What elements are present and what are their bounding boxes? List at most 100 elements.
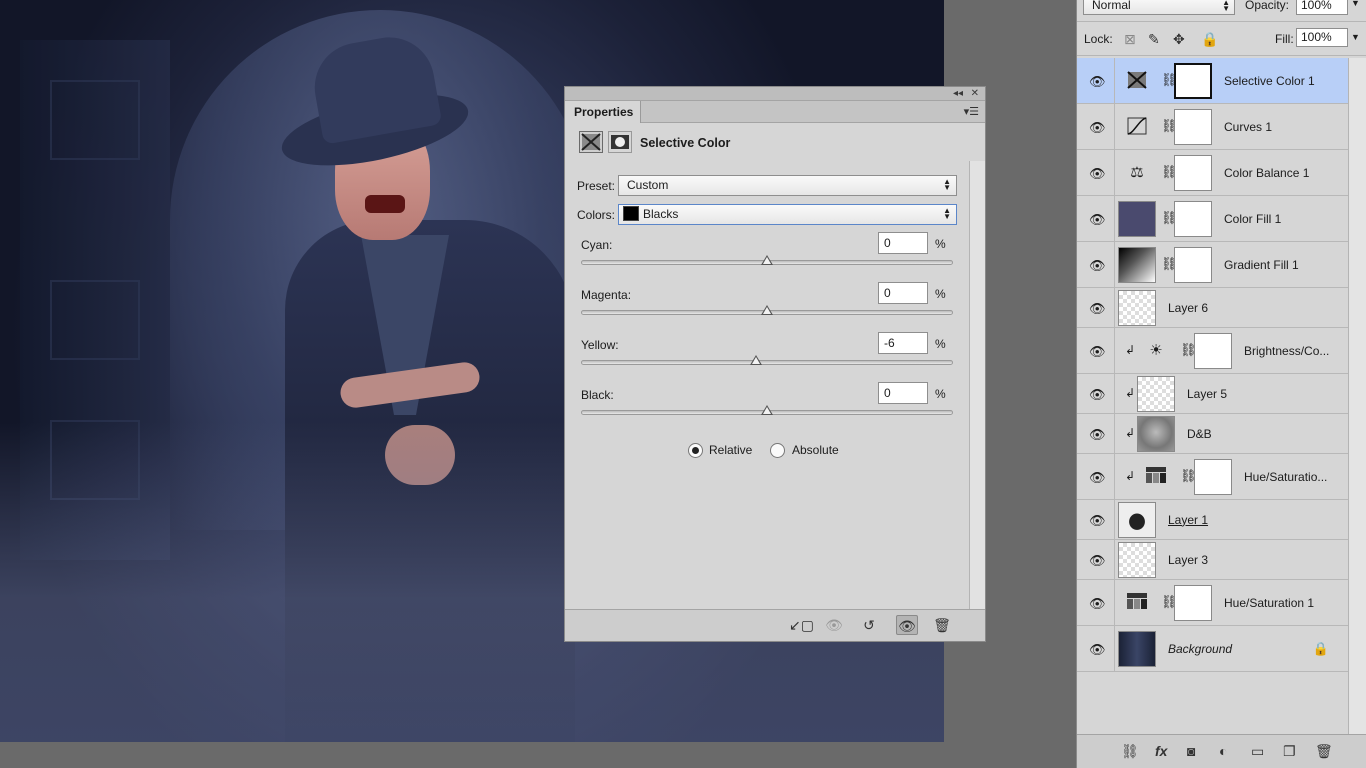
properties-titlebar[interactable]: ◂◂ ✕ <box>565 87 985 101</box>
layer-row-brightness-contrast[interactable]: 👁 ↲ ☀ ⛓ Brightness/Co... <box>1077 328 1349 374</box>
layer-row-background[interactable]: 👁 Background 🔒 <box>1077 626 1349 672</box>
visibility-toggle[interactable]: 👁 <box>1077 58 1115 103</box>
layer-name[interactable]: Layer 5 <box>1187 387 1227 401</box>
add-mask-icon[interactable]: ◙ <box>1187 743 1195 759</box>
fill-input[interactable]: 100% <box>1296 28 1348 47</box>
visibility-toggle[interactable]: 👁 <box>1077 104 1115 149</box>
magenta-slider-thumb[interactable] <box>761 305 773 315</box>
relative-label[interactable]: Relative <box>709 443 752 457</box>
lock-transparent-icon[interactable]: ⊠ <box>1124 31 1136 48</box>
opacity-input[interactable]: 100% <box>1296 0 1348 15</box>
layer-name[interactable]: Layer 3 <box>1168 553 1208 567</box>
layer-name[interactable]: D&B <box>1187 427 1212 441</box>
layer-row-layer-3[interactable]: 👁 Layer 3 <box>1077 540 1349 580</box>
layer-mask-thumbnail[interactable] <box>1174 584 1212 621</box>
relative-radio[interactable] <box>688 443 703 458</box>
layer-mask-thumbnail[interactable] <box>1174 200 1212 237</box>
fx-icon[interactable]: fx <box>1155 743 1167 759</box>
absolute-label[interactable]: Absolute <box>792 443 839 457</box>
layer-row-hue-saturation-1[interactable]: 👁 ⛓ Hue/Saturation 1 <box>1077 580 1349 626</box>
visibility-toggle[interactable]: 👁 <box>1077 454 1115 499</box>
trash-icon[interactable]: 🗑 <box>931 615 953 635</box>
blend-mode-dropdown[interactable]: Normal ▲ ▼ <box>1083 0 1235 15</box>
visibility-toggle[interactable]: 👁 <box>1077 414 1115 453</box>
layer-thumbnail[interactable] <box>1137 375 1175 412</box>
layer-row-curves-1[interactable]: 👁 ⛓ Curves 1 <box>1077 104 1349 150</box>
black-slider-thumb[interactable] <box>761 405 773 415</box>
magenta-input[interactable]: 0 <box>878 282 928 304</box>
layer-row-color-balance-1[interactable]: 👁 ⚖ ⛓ Color Balance 1 <box>1077 150 1349 196</box>
layer-row-layer-1[interactable]: 👁 Layer 1 <box>1077 500 1349 540</box>
cyan-slider-thumb[interactable] <box>761 255 773 265</box>
link-layers-icon[interactable]: ⛓ <box>1121 743 1139 760</box>
visibility-toggle[interactable]: 👁 <box>1077 150 1115 195</box>
opacity-arrow-icon[interactable]: ▼ <box>1351 0 1360 8</box>
layer-row-gradient-fill-1[interactable]: 👁 ⛓ Gradient Fill 1 <box>1077 242 1349 288</box>
delete-layer-icon[interactable]: 🗑 <box>1315 743 1333 760</box>
layer-name[interactable]: Color Balance 1 <box>1224 166 1309 180</box>
layer-row-hue-saturation-clipped[interactable]: 👁 ↲ ⛓ Hue/Saturatio... <box>1077 454 1349 500</box>
layer-name[interactable]: Selective Color 1 <box>1224 74 1315 88</box>
layer-name[interactable]: Color Fill 1 <box>1224 212 1281 226</box>
visibility-toggle[interactable]: 👁 <box>1077 328 1115 373</box>
lock-image-icon[interactable]: ✎ <box>1148 31 1160 48</box>
properties-scrollbar[interactable] <box>969 161 985 611</box>
view-previous-icon[interactable]: 👁 <box>823 615 845 635</box>
layer-mask-thumbnail[interactable] <box>1174 154 1212 191</box>
black-input[interactable]: 0 <box>878 382 928 404</box>
layer-row-color-fill-1[interactable]: 👁 ⛓ Color Fill 1 <box>1077 196 1349 242</box>
layer-row-layer-5[interactable]: 👁 ↲ Layer 5 <box>1077 374 1349 414</box>
mask-icon[interactable] <box>608 131 632 153</box>
layer-thumbnail[interactable] <box>1118 501 1156 538</box>
gradient-fill-icon[interactable] <box>1118 246 1156 283</box>
yellow-input[interactable]: -6 <box>878 332 928 354</box>
panel-menu-icon[interactable]: ▾☰ <box>964 105 979 118</box>
colors-dropdown[interactable]: Blacks ▲ ▼ <box>618 204 957 225</box>
visibility-toggle[interactable]: 👁 <box>1077 242 1115 287</box>
layer-thumbnail[interactable] <box>1118 289 1156 326</box>
layer-mask-thumbnail[interactable] <box>1174 108 1212 145</box>
fill-arrow-icon[interactable]: ▼ <box>1351 32 1360 42</box>
layer-thumbnail[interactable] <box>1118 541 1156 578</box>
collapse-icon[interactable]: ◂◂ <box>953 87 963 100</box>
layer-row-layer-6[interactable]: 👁 Layer 6 <box>1077 288 1349 328</box>
color-fill-icon[interactable] <box>1118 200 1156 237</box>
layer-mask-thumbnail[interactable] <box>1174 246 1212 283</box>
visibility-toggle[interactable]: 👁 <box>1077 626 1115 671</box>
visibility-toggle[interactable]: 👁 <box>1077 580 1115 625</box>
lock-all-icon[interactable]: 🔒 <box>1201 31 1218 48</box>
layer-name[interactable]: Gradient Fill 1 <box>1224 258 1299 272</box>
yellow-slider-track[interactable] <box>581 360 953 365</box>
layer-thumbnail[interactable] <box>1137 415 1175 452</box>
layer-name[interactable]: Layer 6 <box>1168 301 1208 315</box>
tab-properties[interactable]: Properties <box>565 101 641 123</box>
adjustment-layer-icon[interactable]: ◐ <box>1219 743 1227 759</box>
layer-name[interactable]: Brightness/Co... <box>1244 344 1329 358</box>
layer-mask-thumbnail[interactable] <box>1194 458 1232 495</box>
layers-scrollbar[interactable] <box>1348 58 1366 734</box>
layer-name[interactable]: Layer 1 <box>1168 513 1208 527</box>
layer-name[interactable]: Curves 1 <box>1224 120 1272 134</box>
cyan-input[interactable]: 0 <box>878 232 928 254</box>
layer-row-dodge-burn[interactable]: 👁 ↲ D&B <box>1077 414 1349 454</box>
layer-name[interactable]: Hue/Saturatio... <box>1244 470 1327 484</box>
visibility-toggle[interactable]: 👁 <box>1077 540 1115 579</box>
layer-mask-thumbnail[interactable] <box>1194 332 1232 369</box>
reset-icon[interactable]: ↺ <box>858 615 880 635</box>
layer-name[interactable]: Hue/Saturation 1 <box>1224 596 1314 610</box>
layer-mask-thumbnail[interactable] <box>1174 62 1212 99</box>
visibility-toggle[interactable]: 👁 <box>1077 196 1115 241</box>
group-folder-icon[interactable]: ▭ <box>1251 743 1264 760</box>
toggle-visibility-icon[interactable]: 👁 <box>896 615 918 635</box>
layer-row-selective-color-1[interactable]: 👁 ⛓ Selective Color 1 <box>1077 58 1349 104</box>
visibility-toggle[interactable]: 👁 <box>1077 374 1115 413</box>
preset-dropdown[interactable]: Custom ▲ ▼ <box>618 175 957 196</box>
selective-color-icon[interactable] <box>579 131 603 153</box>
layer-thumbnail[interactable] <box>1118 630 1156 667</box>
new-layer-icon[interactable]: ❐ <box>1283 743 1296 760</box>
close-icon[interactable]: ✕ <box>971 87 979 100</box>
clip-to-layer-icon[interactable]: ↙▢ <box>789 615 814 635</box>
visibility-toggle[interactable]: 👁 <box>1077 500 1115 539</box>
absolute-radio[interactable] <box>770 443 785 458</box>
visibility-toggle[interactable]: 👁 <box>1077 288 1115 327</box>
